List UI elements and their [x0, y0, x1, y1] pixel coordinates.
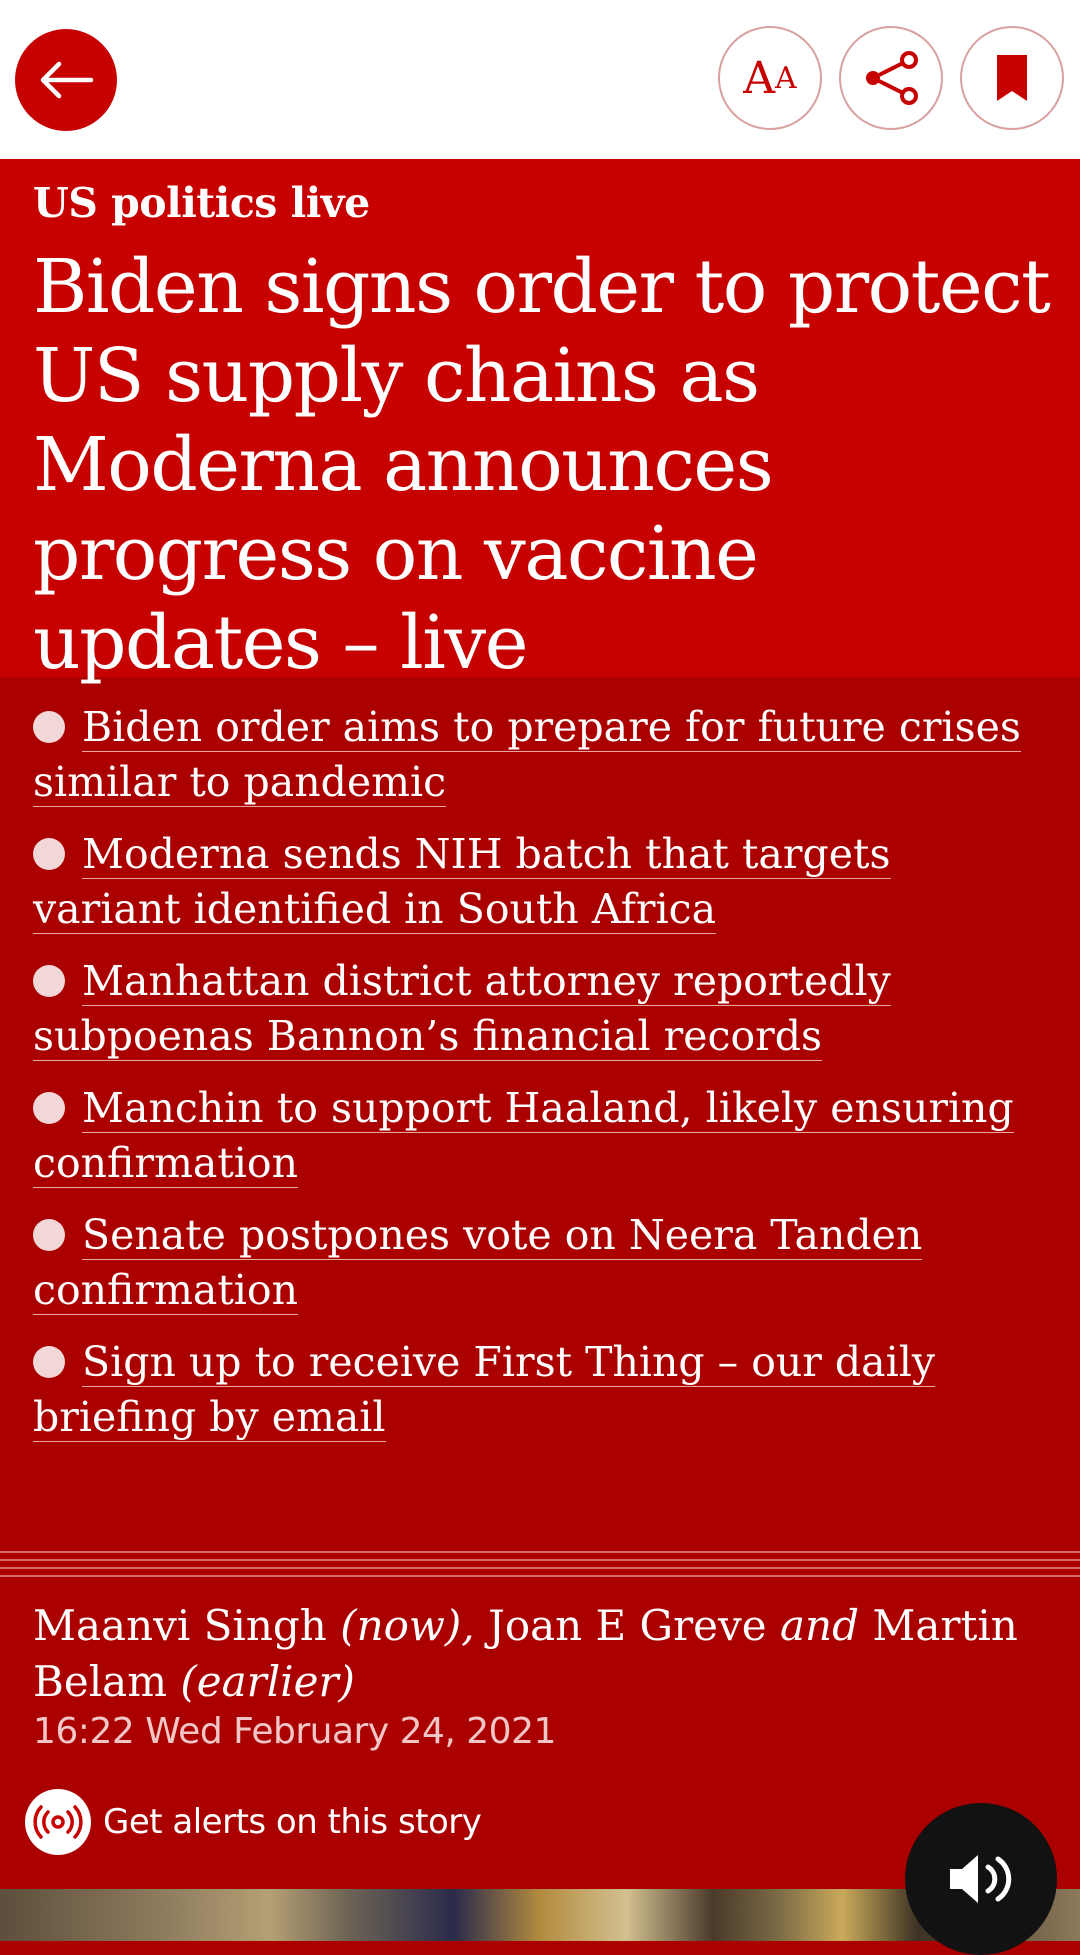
bullet-dot-icon [33, 965, 65, 997]
alerts-button[interactable]: Get alerts on this story [25, 1789, 482, 1855]
alerts-label: Get alerts on this story [103, 1802, 482, 1842]
byline-conjunction: and [779, 1601, 859, 1650]
listen-button[interactable] [905, 1803, 1057, 1955]
text-size-large-glyph: A [743, 52, 776, 104]
bullet-dot-icon [33, 1219, 65, 1251]
key-event-link[interactable]: Moderna sends NIH batch that targets var… [33, 830, 891, 934]
share-icon [866, 51, 918, 105]
list-item: Manchin to support Haaland, likely ensur… [33, 1081, 1043, 1191]
bullet-dot-icon [33, 1092, 65, 1124]
key-event-link[interactable]: Senate postpones vote on Neera Tanden co… [33, 1211, 923, 1315]
author-note: (earlier) [180, 1657, 355, 1706]
headline: Biden signs order to protect US supply c… [33, 244, 1051, 686]
key-events-list: Biden order aims to prepare for future c… [33, 700, 1043, 1462]
byline: Maanvi Singh (now), Joan E Greve and Mar… [33, 1598, 1043, 1710]
divider-line [0, 1575, 1080, 1577]
divider-line [0, 1559, 1080, 1561]
back-button[interactable] [15, 29, 117, 131]
bullet-dot-icon [33, 711, 65, 743]
text-size-small-glyph: A [775, 60, 797, 96]
list-item: Biden order aims to prepare for future c… [33, 700, 1043, 810]
broadcast-icon [25, 1789, 91, 1855]
key-event-link[interactable]: Sign up to receive First Thing – our dai… [33, 1338, 936, 1442]
publish-timestamp: 16:22 Wed February 24, 2021 [33, 1711, 556, 1752]
divider-line [0, 1551, 1080, 1553]
bullet-dot-icon [33, 1346, 65, 1378]
save-button[interactable] [960, 26, 1064, 130]
key-event-link[interactable]: Manhattan district attorney reportedly s… [33, 957, 891, 1061]
list-item: Senate postpones vote on Neera Tanden co… [33, 1208, 1043, 1318]
list-item: Manhattan district attorney reportedly s… [33, 954, 1043, 1064]
divider-line [0, 1567, 1080, 1569]
arrow-left-icon [40, 61, 94, 99]
key-event-link[interactable]: Biden order aims to prepare for future c… [33, 703, 1021, 807]
bullet-dot-icon [33, 838, 65, 870]
top-toolbar: AA [0, 0, 1080, 159]
share-button[interactable] [839, 26, 943, 130]
speaker-icon [950, 1855, 1012, 1903]
author-name[interactable]: Joan E Greve [488, 1601, 767, 1650]
section-kicker[interactable]: US politics live [33, 179, 370, 227]
text-size-button[interactable]: AA [718, 26, 822, 130]
bookmark-icon [997, 55, 1027, 101]
author-note: (now), [340, 1601, 475, 1650]
author-name[interactable]: Maanvi Singh [33, 1601, 327, 1650]
headline-section: US politics live Biden signs order to pr… [0, 159, 1080, 686]
list-item: Moderna sends NIH batch that targets var… [33, 827, 1043, 937]
key-event-link[interactable]: Manchin to support Haaland, likely ensur… [33, 1084, 1014, 1188]
list-item: Sign up to receive First Thing – our dai… [33, 1335, 1043, 1445]
